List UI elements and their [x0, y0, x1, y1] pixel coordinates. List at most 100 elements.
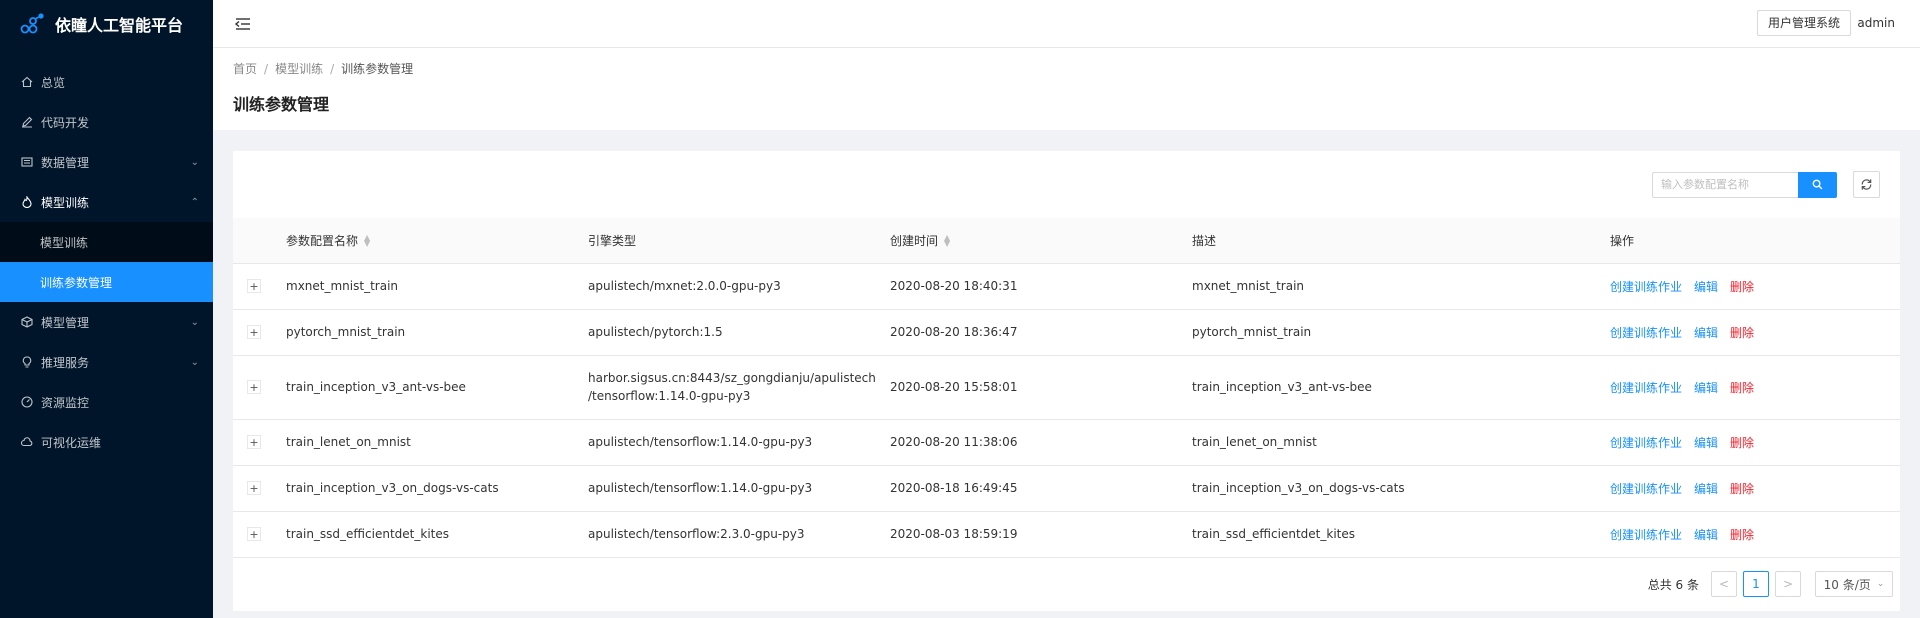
- cell-desc: train_ssd_efficientdet_kites: [1192, 511, 1610, 558]
- expand-row-button[interactable]: +: [247, 279, 261, 294]
- sidebar-item-resource-monitor[interactable]: 资源监控: [0, 382, 213, 422]
- cell-desc: train_inception_v3_on_dogs-vs-cats: [1192, 465, 1610, 512]
- fire-icon: [20, 195, 34, 209]
- search-button[interactable]: [1798, 171, 1837, 198]
- edit-link[interactable]: 编辑: [1694, 482, 1718, 496]
- sort-icon[interactable]: ▲ ▼: [364, 234, 370, 248]
- engine-line: apulistech/tensorflow:1.14.0-gpu-py3: [588, 435, 813, 449]
- cell-ops: 创建训练作业 编辑 删除: [1610, 309, 1900, 356]
- chevron-down-icon: ⌄: [1876, 579, 1885, 589]
- logo[interactable]: 依瞳人工智能平台: [0, 0, 213, 48]
- header-name[interactable]: 参数配置名称 ▲ ▼: [286, 218, 588, 264]
- next-page-button[interactable]: >: [1775, 571, 1801, 597]
- header-desc: 描述: [1192, 218, 1610, 264]
- model-icon: [20, 315, 34, 329]
- edit-link[interactable]: 编辑: [1694, 436, 1718, 450]
- header-ops: 操作: [1610, 218, 1900, 264]
- cell-name: train_ssd_efficientdet_kites: [286, 511, 588, 558]
- cell-time: 2020-08-20 15:58:01: [890, 355, 1192, 420]
- sidebar-item-visual-ops[interactable]: 可视化运维: [0, 422, 213, 462]
- cell-engine: harbor.sigsus.cn:8443/sz_gongdianju/apul…: [588, 355, 890, 420]
- sidebar-item-label: 推理服务: [41, 355, 90, 370]
- table-row: + train_inception_v3_on_dogs-vs-cats apu…: [233, 465, 1900, 512]
- cell-name: train_lenet_on_mnist: [286, 419, 588, 466]
- username[interactable]: admin: [1857, 16, 1895, 30]
- create-training-job-link[interactable]: 创建训练作业: [1610, 482, 1682, 496]
- table-row: + pytorch_mnist_train apulistech/pytorch…: [233, 309, 1900, 356]
- breadcrumb-separator: /: [330, 61, 335, 76]
- create-training-job-link[interactable]: 创建训练作业: [1610, 528, 1682, 542]
- cell-desc: mxnet_mnist_train: [1192, 263, 1610, 310]
- delete-link[interactable]: 删除: [1730, 436, 1754, 450]
- edit-link[interactable]: 编辑: [1694, 528, 1718, 542]
- expand-row-button[interactable]: +: [247, 380, 261, 395]
- chevron-down-icon: ⌄: [190, 156, 199, 168]
- header-name-label: 参数配置名称: [286, 233, 359, 248]
- header-engine: 引擎类型: [588, 218, 890, 264]
- sidebar-subitem-model-training[interactable]: 模型训练: [0, 222, 213, 262]
- sidebar-item-label: 代码开发: [41, 115, 90, 130]
- create-training-job-link[interactable]: 创建训练作业: [1610, 436, 1682, 450]
- header-time-label: 创建时间: [890, 233, 939, 248]
- delete-link[interactable]: 删除: [1730, 482, 1754, 496]
- breadcrumb-parent[interactable]: 模型训练: [275, 60, 323, 77]
- prev-page-button[interactable]: <: [1711, 571, 1737, 597]
- submenu-model-training: 模型训练 训练参数管理: [0, 222, 213, 302]
- expand-row-button[interactable]: +: [247, 435, 261, 450]
- expand-row-button[interactable]: +: [247, 527, 261, 542]
- content-card: 参数配置名称 ▲▼ 引擎类型 创建时间 ▲▼ 描述 操作 + mxnet_mnist…: [233, 151, 1900, 611]
- bulb-icon: [20, 355, 34, 369]
- create-training-job-link[interactable]: 创建训练作业: [1610, 280, 1682, 294]
- sidebar-item-data-management[interactable]: 数据管理 ⌄: [0, 142, 213, 182]
- create-training-job-link[interactable]: 创建训练作业: [1610, 381, 1682, 395]
- sidebar-item-label: 训练参数管理: [40, 275, 113, 290]
- cell-desc: pytorch_mnist_train: [1192, 309, 1610, 356]
- sidebar-item-label: 资源监控: [41, 395, 90, 410]
- page-size-select[interactable]: 10 条/页 ⌄: [1815, 571, 1893, 597]
- cell-time: 2020-08-20 11:38:06: [890, 419, 1192, 466]
- page-size-value: 10 条/页: [1823, 577, 1871, 592]
- delete-link[interactable]: 删除: [1730, 381, 1754, 395]
- cell-engine: apulistech/tensorflow:2.3.0-gpu-py3: [588, 511, 890, 558]
- cell-ops: 创建训练作业 编辑 删除: [1610, 511, 1900, 558]
- edit-link[interactable]: 编辑: [1694, 326, 1718, 340]
- table-row: + train_ssd_efficientdet_kites apulistec…: [233, 511, 1900, 558]
- breadcrumb-home[interactable]: 首页: [233, 60, 257, 77]
- sidebar-item-code-dev[interactable]: 代码开发: [0, 102, 213, 142]
- sidebar-item-overview[interactable]: 总览: [0, 62, 213, 102]
- menu-fold-icon[interactable]: [234, 15, 252, 33]
- breadcrumb-current: 训练参数管理: [341, 62, 414, 76]
- cell-name: pytorch_mnist_train: [286, 309, 588, 356]
- cell-time: 2020-08-18 16:49:45: [890, 465, 1192, 512]
- page-title: 训练参数管理: [233, 95, 330, 114]
- sidebar-item-model-management[interactable]: 模型管理 ⌄: [0, 302, 213, 342]
- sidebar-item-label: 模型训练: [41, 195, 90, 210]
- refresh-button[interactable]: [1853, 171, 1880, 198]
- delete-link[interactable]: 删除: [1730, 326, 1754, 340]
- edit-link[interactable]: 编辑: [1694, 381, 1718, 395]
- delete-link[interactable]: 删除: [1730, 280, 1754, 294]
- edit-link[interactable]: 编辑: [1694, 280, 1718, 294]
- create-training-job-link[interactable]: 创建训练作业: [1610, 326, 1682, 340]
- search-input[interactable]: [1652, 171, 1798, 198]
- cell-name: train_inception_v3_on_dogs-vs-cats: [286, 465, 588, 512]
- edit-icon: [20, 115, 34, 129]
- expand-row-button[interactable]: +: [247, 481, 261, 496]
- sidebar-item-inference-service[interactable]: 推理服务 ⌄: [0, 342, 213, 382]
- sort-icon[interactable]: ▲ ▼: [944, 234, 950, 248]
- page-1-button[interactable]: 1: [1743, 571, 1769, 597]
- sidebar-subitem-training-params[interactable]: 训练参数管理: [0, 262, 213, 302]
- sidebar-item-label: 模型训练: [40, 235, 89, 250]
- user-management-button[interactable]: 用户管理系统: [1756, 10, 1851, 36]
- cell-desc: train_inception_v3_ant-vs-bee: [1192, 355, 1610, 420]
- delete-link[interactable]: 删除: [1730, 528, 1754, 542]
- expand-row-button[interactable]: +: [247, 325, 261, 340]
- cloud-icon: [20, 435, 34, 449]
- cell-desc: train_lenet_on_mnist: [1192, 419, 1610, 466]
- header-time[interactable]: 创建时间 ▲ ▼: [890, 218, 1192, 264]
- sidebar-item-label: 可视化运维: [41, 435, 102, 450]
- cell-ops: 创建训练作业 编辑 删除: [1610, 263, 1900, 310]
- sidebar-item-model-training[interactable]: 模型训练 ⌃: [0, 182, 213, 222]
- engine-line: apulistech/pytorch:1.5: [588, 325, 723, 339]
- engine-line: harbor.sigsus.cn:8443/sz_gongdianju/apul…: [588, 371, 876, 385]
